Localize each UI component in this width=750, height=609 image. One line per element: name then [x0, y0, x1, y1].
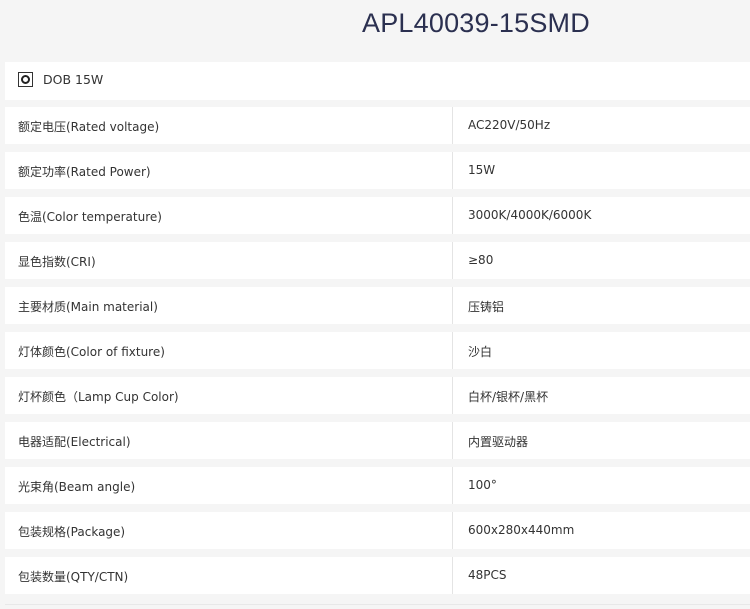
- spec-column-divider: [452, 152, 453, 189]
- spec-label: 灯杯颜色（Lamp Cup Color): [18, 390, 179, 404]
- spec-value: 压铸铝: [468, 300, 505, 314]
- spec-label: 包装数量(QTY/CTN): [18, 570, 129, 584]
- spec-label: 额定功率(Rated Power): [18, 165, 151, 179]
- spec-column-divider: [452, 107, 453, 144]
- table-bottom-divider: [5, 604, 750, 605]
- spec-value: 15W: [468, 163, 496, 177]
- spec-value: 600x280x440mm: [468, 523, 575, 537]
- spec-column-divider: [452, 242, 453, 279]
- spec-row: 显色指数(CRI) ≥80: [5, 242, 750, 279]
- spec-value: 48PCS: [468, 568, 507, 582]
- spec-row: 包装规格(Package) 600x280x440mm: [5, 512, 750, 549]
- spec-value: 内置驱动器: [468, 435, 529, 449]
- spec-column-divider: [452, 332, 453, 369]
- dob-module-icon: [18, 72, 33, 87]
- spec-row: 主要材质(Main material) 压铸铝: [5, 287, 750, 324]
- spec-label: 显色指数(CRI): [18, 255, 96, 269]
- spec-row: 电器适配(Electrical) 内置驱动器: [5, 422, 750, 459]
- spec-row: 灯杯颜色（Lamp Cup Color) 白杯/银杯/黑杯: [5, 377, 750, 414]
- spec-label: 光束角(Beam angle): [18, 480, 136, 494]
- spec-row: 灯体颜色(Color of fixture) 沙白: [5, 332, 750, 369]
- spec-row: 额定功率(Rated Power) 15W: [5, 152, 750, 189]
- spec-value: 白杯/银杯/黑杯: [468, 390, 549, 404]
- spec-header: DOB 15W: [5, 62, 750, 100]
- spec-row: 包装数量(QTY/CTN) 48PCS: [5, 557, 750, 594]
- spec-label: 额定电压(Rated voltage): [18, 120, 160, 134]
- spec-value: 3000K/4000K/6000K: [468, 208, 592, 222]
- spec-column-divider: [452, 422, 453, 459]
- spec-value: ≥80: [468, 253, 494, 267]
- page-title: APL40039-15SMD: [362, 8, 590, 38]
- spec-value: AC220V/50Hz: [468, 118, 551, 132]
- spec-label: 主要材质(Main material): [18, 300, 158, 314]
- spec-column-divider: [452, 512, 453, 549]
- spec-column-divider: [452, 557, 453, 594]
- spec-column-divider: [452, 467, 453, 504]
- spec-label: 色温(Color temperature): [18, 210, 162, 224]
- spec-row: 光束角(Beam angle) 100°: [5, 467, 750, 504]
- spec-column-divider: [452, 197, 453, 234]
- spec-value: 100°: [468, 478, 497, 492]
- spec-row: 额定电压(Rated voltage) AC220V/50Hz: [5, 107, 750, 144]
- spec-column-divider: [452, 287, 453, 324]
- spec-column-divider: [452, 377, 453, 414]
- spec-label: 电器适配(Electrical): [18, 435, 131, 449]
- spec-value: 沙白: [468, 345, 493, 359]
- spec-row: 色温(Color temperature) 3000K/4000K/6000K: [5, 197, 750, 234]
- spec-header-label: DOB 15W: [43, 72, 104, 87]
- spec-label: 包装规格(Package): [18, 525, 126, 539]
- title-bar: APL40039-15SMD: [0, 0, 750, 60]
- spec-label: 灯体颜色(Color of fixture): [18, 345, 165, 359]
